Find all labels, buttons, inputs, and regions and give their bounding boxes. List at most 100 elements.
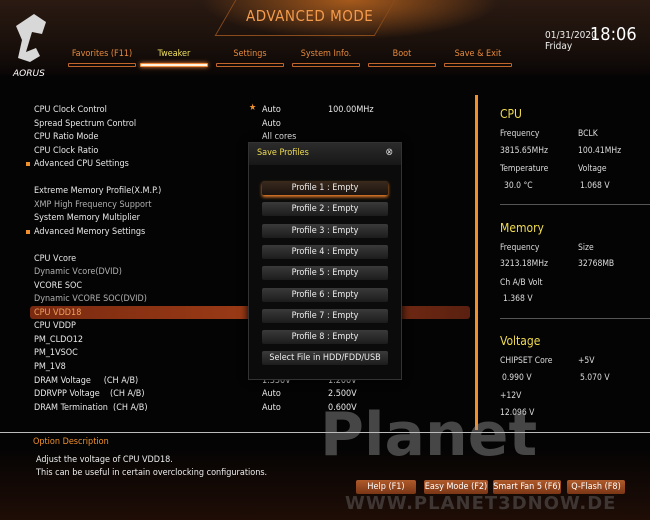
easy-mode-button[interactable]: Easy Mode (F2) [424, 480, 488, 494]
setting-label: VCORE SOC [34, 281, 83, 291]
setting-label: CPU Clock Control [34, 105, 107, 115]
setting-row[interactable]: DDRVPP Voltage (CH A/B) [34, 389, 145, 401]
setting-label: PM_CLDO12 [34, 335, 83, 345]
divider [0, 432, 650, 433]
tab-label: Boot [392, 49, 412, 59]
tab-underline [444, 63, 512, 67]
svg-text:AORUS: AORUS [12, 69, 45, 78]
setting-row[interactable]: DRAM Termination (CH A/B) [34, 403, 148, 415]
setting-label: Advanced CPU Settings [34, 159, 129, 169]
save-profiles-dialog: Save Profiles ⊗ Profile 1 : Empty Profile… [248, 142, 402, 380]
setting-label: Extreme Memory Profile(X.M.P.) [34, 186, 162, 196]
setting-row[interactable]: PM_CLDO12 [34, 335, 83, 347]
tab-underline [368, 63, 436, 67]
info-panel-accent [475, 95, 478, 430]
setting-row[interactable]: Spread Spectrum Control [34, 119, 136, 131]
tab-tweaker[interactable]: Tweaker [140, 49, 208, 67]
setting-row[interactable]: CPU Vcore [34, 254, 76, 266]
setting-row[interactable]: Advanced Memory Settings [26, 227, 146, 239]
setting-label: PM_1VSOC [34, 348, 78, 358]
description-line: This can be useful in certain overclocki… [36, 468, 268, 478]
divider [500, 318, 650, 319]
setting-label: Dynamic VCORE SOC(DVID) [34, 294, 147, 304]
divider [500, 204, 650, 205]
tab-favorites-f11[interactable]: Favorites (F11) [68, 49, 136, 67]
watermark: Planet [320, 400, 538, 470]
setting-label: System Memory Multiplier [34, 213, 141, 223]
setting-label: CPU Ratio Mode [34, 132, 99, 142]
profile-slot-button[interactable]: Profile 8 : Empty [262, 330, 388, 345]
setting-row[interactable]: CPU VDD18 [34, 308, 81, 320]
watermark-url: WWW.PLANET3DNOW.DE [345, 493, 617, 514]
tab-settings[interactable]: Settings [216, 49, 284, 67]
setting-label: Advanced Memory Settings [34, 227, 146, 237]
tab-underline [68, 63, 136, 67]
time-display: 18:06 [590, 24, 637, 45]
setting-row[interactable]: XMP High Frequency Support [34, 200, 152, 212]
setting-value[interactable]: Auto [262, 119, 281, 129]
tab-underline [140, 63, 208, 67]
select-file-button[interactable]: Select File in HDD/FDD/USB [262, 351, 388, 366]
setting-value[interactable]: Auto [262, 389, 281, 399]
profile-slot-button[interactable]: Profile 4 : Empty [262, 244, 388, 259]
tab-boot[interactable]: Boot [368, 49, 436, 67]
option-description-title: Option Description [33, 437, 109, 447]
setting-row[interactable]: PM_1VSOC [34, 348, 78, 360]
setting-label: Spread Spectrum Control [34, 119, 137, 129]
setting-row[interactable]: Advanced CPU Settings [26, 159, 129, 171]
dialog-title: Save Profiles [257, 148, 309, 158]
tab-save-exit[interactable]: Save & Exit [444, 49, 512, 67]
description-line: Adjust the voltage of CPU VDD18. [36, 455, 173, 465]
setting-label: DRAM Voltage (CH A/B) [34, 376, 139, 386]
setting-row[interactable]: VCORE SOC [34, 281, 82, 293]
setting-row[interactable]: Dynamic Vcore(DVID) [34, 267, 122, 279]
tab-underline [216, 63, 284, 67]
setting-row[interactable]: CPU Clock Control [34, 105, 107, 117]
setting-row[interactable]: DRAM Voltage (CH A/B) [34, 376, 138, 388]
aorus-logo: AORUS [12, 14, 46, 78]
setting-row[interactable]: Dynamic VCORE SOC(DVID) [34, 294, 147, 306]
profile-slot-button[interactable]: Profile 3 : Empty [262, 223, 388, 238]
tab-label: System Info. [300, 49, 352, 59]
setting-value[interactable]: Auto [262, 105, 281, 115]
profile-slot-button[interactable]: Profile 7 : Empty [262, 308, 388, 323]
setting-label: CPU Vcore [34, 254, 77, 264]
profile-slot-button[interactable]: Profile 6 : Empty [262, 287, 388, 302]
setting-row[interactable]: CPU Ratio Mode [34, 132, 98, 144]
setting-label: CPU VDD18 [34, 308, 82, 318]
page-title: ADVANCED MODE [246, 7, 374, 25]
smart-fan-button[interactable]: Smart Fan 5 (F6) [493, 480, 561, 494]
profile-slot-button[interactable]: Profile 2 : Empty [262, 202, 388, 217]
setting-label: DRAM Termination (CH A/B) [34, 403, 148, 413]
profile-slot-button[interactable]: Profile 1 : Empty [262, 181, 388, 195]
setting-row[interactable]: PM_1V8 [34, 362, 66, 374]
dialog-header: Save Profiles ⊗ [249, 143, 401, 165]
setting-row[interactable]: System Memory Multiplier [34, 213, 140, 225]
submenu-bullet-icon [26, 230, 30, 234]
setting-label: PM_1V8 [34, 362, 66, 372]
setting-value[interactable]: Auto [262, 403, 281, 413]
profile-slot-button[interactable]: Profile 5 : Empty [262, 266, 388, 281]
help-button[interactable]: Help (F1) [356, 480, 416, 494]
setting-value[interactable]: 100.00MHz [328, 105, 374, 115]
favorite-star-icon[interactable]: ★ [249, 103, 256, 113]
tab-label: Tweaker [157, 49, 191, 59]
tab-label: Favorites (F11) [71, 49, 133, 59]
tab-label: Settings [233, 49, 267, 59]
setting-label: CPU Clock Ratio [34, 146, 99, 156]
setting-row[interactable]: Extreme Memory Profile(X.M.P.) [34, 186, 161, 198]
setting-label: Dynamic Vcore(DVID) [34, 267, 122, 277]
setting-row[interactable]: CPU Clock Ratio [34, 146, 98, 158]
tab-system-info[interactable]: System Info. [292, 49, 360, 67]
tab-label: Save & Exit [454, 49, 502, 59]
setting-row[interactable]: CPU VDDP [34, 321, 76, 333]
close-circle-icon[interactable]: ⊗ [385, 147, 393, 158]
setting-label: XMP High Frequency Support [34, 200, 152, 210]
setting-label: CPU VDDP [34, 321, 76, 331]
tab-underline [292, 63, 360, 67]
setting-value[interactable]: 2.500V [328, 389, 357, 399]
qflash-button[interactable]: Q-Flash (F8) [567, 480, 625, 494]
submenu-bullet-icon [26, 162, 30, 166]
setting-label: DDRVPP Voltage (CH A/B) [34, 389, 145, 399]
setting-value[interactable]: All cores [262, 132, 296, 142]
